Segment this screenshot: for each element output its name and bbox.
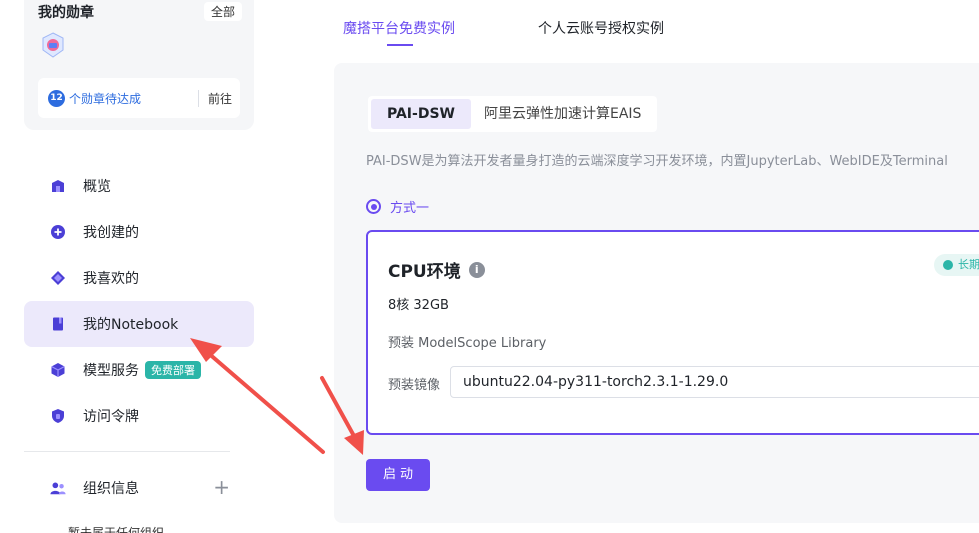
instance-panel: PAI-DSW 阿里云弹性加速计算EAIS PAI-DSW是为算法开发者量身打造…: [334, 63, 979, 523]
diamond-icon: [50, 270, 66, 286]
add-org-icon[interactable]: +: [213, 476, 230, 498]
sidebar-item-label: 访问令牌: [83, 409, 139, 425]
sidebar-divider: [24, 451, 230, 452]
cpu-env-title: CPU环境 i: [388, 257, 485, 282]
start-button[interactable]: 启动: [366, 459, 430, 491]
card-title-text: CPU环境: [388, 262, 461, 282]
cpu-env-card[interactable]: CPU环境 i 长期 8核 32GB 预装 ModelScope Library…: [366, 230, 979, 435]
long-term-pill: 长期: [934, 254, 979, 276]
notebook-icon: [50, 316, 66, 332]
sub-tab-pai-dsw[interactable]: PAI-DSW: [371, 99, 471, 129]
sidebar-item-label: 我的Notebook: [83, 317, 179, 333]
pending-badges-text: 个勋章待达成: [69, 92, 142, 106]
platform-sub-tabs: PAI-DSW 阿里云弹性加速计算EAIS: [368, 96, 658, 132]
sidebar-item-label: 概览: [83, 179, 111, 195]
dsw-description: PAI-DSW是为算法开发者量身打造的云端深度学习开发环境，内置JupyterL…: [366, 154, 948, 169]
pending-go-link[interactable]: 前往: [208, 90, 232, 107]
tab-free-instance[interactable]: 魔搭平台免费实例: [343, 18, 455, 38]
pending-divider: [198, 90, 199, 107]
shield-icon: [50, 408, 66, 424]
pending-badges-bar[interactable]: 12 个勋章待达成 前往: [38, 78, 240, 118]
sidebar-item-label: 模型服务: [83, 363, 139, 379]
cpu-spec: 8核 32GB: [388, 298, 449, 313]
medal-icon: [42, 32, 64, 58]
sidebar-item-liked[interactable]: 我喜欢的: [24, 255, 254, 301]
sidebar-item-model-service[interactable]: 模型服务 免费部署: [24, 347, 254, 393]
sidebar-item-label: 我喜欢的: [83, 271, 139, 287]
sidebar-item-created[interactable]: 我创建的: [24, 209, 254, 255]
org-info-row[interactable]: 组织信息 +: [50, 476, 230, 500]
plus-circle-icon: [50, 224, 66, 240]
sidebar-item-overview[interactable]: 概览: [24, 163, 254, 209]
sidebar-item-notebook[interactable]: 我的Notebook: [24, 301, 254, 347]
preinstalled-library: 预装 ModelScope Library: [388, 336, 547, 351]
overview-icon: [50, 178, 66, 194]
sidebar-item-label: 我创建的: [83, 225, 139, 241]
org-info-label: 组织信息: [83, 481, 139, 497]
sub-tab-eais[interactable]: 阿里云弹性加速计算EAIS: [474, 96, 657, 132]
sidebar-item-access-token[interactable]: 访问令牌: [24, 393, 254, 439]
badge-title: 我的勋章: [38, 5, 94, 21]
image-label: 预装镜像: [388, 378, 441, 393]
pending-count-badge: 12: [48, 90, 65, 107]
method-label: 方式一: [390, 201, 430, 216]
app-root: 我的勋章 全部 12 个勋章待达成 前往 概览 我创建的 我喜欢的 我的Note…: [0, 0, 979, 533]
image-select[interactable]: ubuntu22.04-py311-torch2.3.1-1.29.0: [450, 366, 979, 398]
badge-card: 我的勋章 全部 12 个勋章待达成 前往: [24, 0, 254, 130]
sidebar-nav: 概览 我创建的 我喜欢的 我的Notebook 模型服务 免费部署 访问令牌: [24, 163, 254, 439]
badge-all-link[interactable]: 全部: [203, 2, 242, 21]
team-icon: [50, 480, 66, 496]
radio-selected-icon: [366, 199, 381, 214]
free-deploy-tag: 免费部署: [145, 361, 201, 379]
method-one-radio[interactable]: 方式一: [366, 197, 429, 216]
org-note: 暂未属于任何组织: [68, 526, 165, 533]
tab-personal-instance[interactable]: 个人云账号授权实例: [538, 18, 664, 38]
cube-icon: [50, 362, 66, 378]
active-tab-indicator: [387, 44, 413, 46]
sidebar: 我的勋章 全部 12 个勋章待达成 前往 概览 我创建的 我喜欢的 我的Note…: [0, 0, 272, 533]
info-icon[interactable]: i: [468, 261, 485, 278]
